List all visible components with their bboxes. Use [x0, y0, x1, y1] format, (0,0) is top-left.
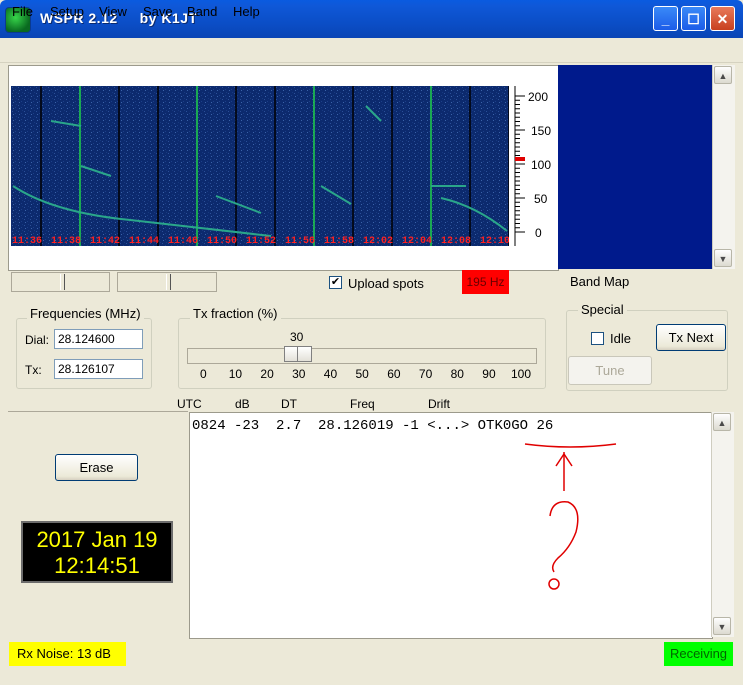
scroll-up-icon[interactable]: ▲ — [713, 413, 731, 431]
header-drift: Drift — [428, 397, 450, 411]
scroll-down-icon[interactable]: ▼ — [714, 249, 732, 267]
frequency-scale: 200 150 100 50 0 — [511, 86, 555, 246]
menu-setup[interactable]: Setup — [50, 4, 84, 19]
scroll-down-icon[interactable]: ▼ — [713, 617, 731, 635]
handwritten-annotation — [520, 436, 630, 599]
header-utc: UTC — [177, 397, 202, 411]
time-label: 12:08 — [441, 236, 471, 246]
tx-fraction-tick: 80 — [450, 367, 464, 381]
underline-stroke — [524, 443, 617, 448]
tx-fraction-tick: 0 — [200, 367, 207, 381]
freq-label-200: 200 — [528, 90, 549, 104]
frequencies-legend: Frequencies (MHz) — [27, 306, 144, 321]
tune-button[interactable]: Tune — [568, 356, 652, 385]
header-dt: DT — [281, 397, 297, 411]
freq-label-0: 0 — [535, 226, 542, 240]
close-button[interactable]: ✕ — [710, 6, 735, 31]
waterfall-graph: 11:36 11:38 11:42 11:44 11:46 11:50 11:52 11:56… — [11, 86, 509, 246]
band-map-label: Band Map — [570, 274, 630, 289]
header-db: dB — [235, 397, 250, 411]
tx-fraction-tick: 70 — [418, 367, 433, 381]
freq-label-50: 50 — [534, 192, 548, 206]
time-label: 11:50 — [207, 236, 237, 246]
tx-fraction-tick: 90 — [482, 367, 496, 381]
upload-spots-checkbox[interactable]: ✔ — [329, 276, 342, 289]
menu-help[interactable]: Help — [233, 4, 260, 19]
time-label: 11:38 — [51, 236, 81, 246]
time-label: 12:10 — [480, 236, 509, 246]
menu-band[interactable]: Band — [187, 4, 217, 19]
decode-scrollbar[interactable]: ▲ ▼ — [711, 412, 734, 637]
time-label: 11:56 — [285, 236, 315, 246]
time-label: 11:42 — [90, 236, 120, 246]
freq-label-150: 150 — [531, 124, 552, 138]
question-mark-curve — [549, 501, 579, 573]
idle-checkbox[interactable] — [591, 332, 604, 345]
freq-label-100: 100 — [531, 158, 552, 172]
tx-frequency-field[interactable]: 28.126107 — [54, 359, 143, 379]
minimize-button[interactable]: _ — [653, 6, 678, 31]
clock-date: 2017 Jan 19 — [36, 527, 158, 552]
tx-fraction-slider-thumb[interactable] — [284, 346, 312, 362]
tx-fraction-tick: 40 — [323, 367, 338, 381]
tx-fraction-value: 30 — [290, 330, 304, 344]
waterfall-display[interactable]: 11:36 11:38 11:42 11:44 11:46 11:50 11:52 11:56… — [11, 86, 509, 246]
menu-bar — [0, 38, 743, 63]
close-icon: ✕ — [716, 11, 729, 27]
dial-frequency-field[interactable]: 28.124600 — [54, 329, 143, 349]
question-mark-dot — [548, 578, 560, 590]
header-freq: Freq — [350, 397, 375, 411]
decode-line[interactable]: 0824 -23 2.7 28.126019 -1 <...> OTK0GO 2… — [192, 418, 553, 434]
question-arrow-drawing — [524, 443, 617, 590]
dial-label: Dial: — [25, 333, 50, 347]
time-label: 12:04 — [402, 236, 432, 246]
tx-fraction-tick: 30 — [292, 367, 306, 381]
minimize-icon: _ — [661, 11, 670, 27]
hz-offset-indicator: 195 Hz — [462, 270, 509, 294]
menu-file[interactable]: File — [12, 4, 33, 19]
menu-view[interactable]: View — [99, 4, 127, 19]
time-label: 11:36 — [12, 236, 42, 246]
contrast-slider-thumb[interactable] — [166, 274, 171, 290]
scroll-up-icon[interactable]: ▲ — [714, 66, 732, 84]
time-label: 11:44 — [129, 236, 159, 246]
tx-fraction-tick: 100 — [511, 367, 532, 381]
clock-display: 2017 Jan 19 12:14:51 — [21, 521, 173, 583]
band-map-scrollbar[interactable]: ▲ ▼ — [712, 65, 735, 269]
time-label: 12:02 — [363, 236, 393, 246]
time-label: 11:46 — [168, 236, 198, 246]
receiving-indicator: Receiving — [664, 642, 733, 666]
tx-fraction-legend: Tx fraction (%) — [190, 306, 281, 321]
tx-fraction-tick: 10 — [228, 367, 243, 381]
rx-noise-indicator: Rx Noise: 13 dB — [9, 642, 126, 666]
time-label: 11:58 — [324, 236, 354, 246]
tx-fraction-tick: 60 — [387, 367, 401, 381]
check-icon: ✔ — [330, 276, 341, 288]
contrast-slider[interactable] — [117, 272, 217, 292]
brightness-slider[interactable] — [11, 272, 110, 292]
upload-spots-label: Upload spots — [348, 276, 424, 291]
menu-save[interactable]: Save — [143, 4, 173, 19]
tx-fraction-tick: 50 — [355, 367, 369, 381]
brightness-slider-thumb[interactable] — [60, 274, 65, 290]
time-label: 11:52 — [246, 236, 276, 246]
maximize-icon: ☐ — [687, 11, 700, 27]
tx-next-button[interactable]: Tx Next — [656, 324, 726, 351]
tx-frequency-marker — [515, 157, 525, 161]
band-map-panel[interactable] — [558, 65, 712, 269]
tx-label: Tx: — [25, 363, 42, 377]
maximize-button[interactable]: ☐ — [681, 6, 706, 31]
tx-fraction-tick: 20 — [260, 367, 274, 381]
clock-time: 12:14:51 — [54, 553, 140, 578]
decode-text-area[interactable] — [189, 412, 713, 639]
special-legend: Special — [578, 302, 627, 317]
tx-fraction-slider[interactable] — [187, 348, 537, 364]
erase-button[interactable]: Erase — [55, 454, 138, 481]
idle-label: Idle — [610, 331, 631, 346]
